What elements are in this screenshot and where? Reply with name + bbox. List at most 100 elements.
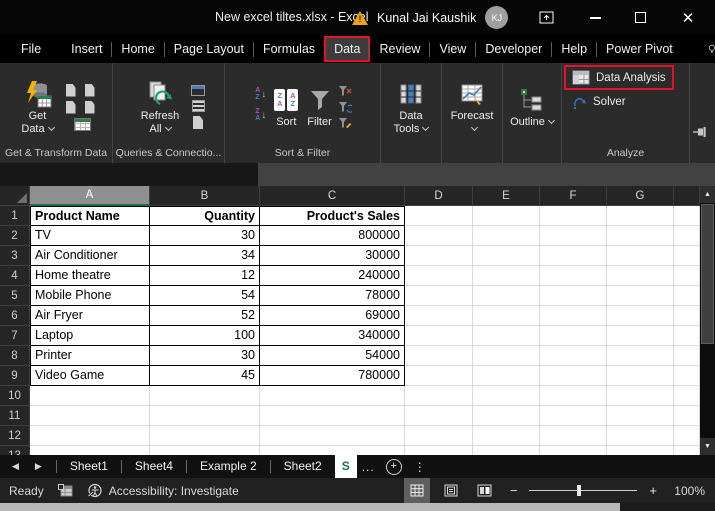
cell-F8[interactable] (540, 346, 607, 366)
properties-icon[interactable] (192, 100, 205, 112)
minimize-button[interactable] (583, 0, 607, 35)
cell-G3[interactable] (607, 246, 674, 266)
cell-D2[interactable] (405, 226, 473, 246)
cell-E8[interactable] (473, 346, 540, 366)
cell-D4[interactable] (405, 266, 473, 286)
column-header-G[interactable]: G (607, 186, 674, 206)
cell-A3[interactable]: Air Conditioner (30, 246, 150, 266)
cell-G13[interactable] (607, 446, 674, 455)
get-data-button[interactable]: Get Data (13, 75, 63, 136)
refresh-all-button[interactable]: Refresh All (132, 75, 188, 136)
cell-F7[interactable] (540, 326, 607, 346)
row-header-11[interactable]: 11 (0, 406, 30, 426)
cell-G8[interactable] (607, 346, 674, 366)
maximize-button[interactable] (628, 0, 652, 35)
cell-G7[interactable] (607, 326, 674, 346)
row-header-4[interactable]: 4 (0, 266, 30, 286)
cell-G6[interactable] (607, 306, 674, 326)
tell-me-box[interactable]: Tell me (708, 35, 715, 63)
cell-G2[interactable] (607, 226, 674, 246)
cell-G12[interactable] (607, 426, 674, 446)
vertical-scrollbar[interactable]: ▲ ▼ (700, 186, 715, 455)
cell-E6[interactable] (473, 306, 540, 326)
cell-B11[interactable] (150, 406, 260, 426)
cell-E2[interactable] (473, 226, 540, 246)
normal-view-button[interactable] (404, 478, 430, 503)
add-sheet-button[interactable]: + (386, 459, 402, 475)
edit-links-icon[interactable] (193, 116, 203, 129)
page-layout-view-button[interactable] (438, 478, 464, 503)
ribbon-tab-power-pivot[interactable]: Power Pivot (597, 37, 682, 61)
ribbon-tab-home[interactable]: Home (112, 37, 163, 61)
cell-C6[interactable]: 69000 (260, 306, 405, 326)
cell-G4[interactable] (607, 266, 674, 286)
column-header-D[interactable]: D (405, 186, 473, 206)
cell-H12[interactable] (674, 426, 700, 446)
page-break-preview-button[interactable] (472, 478, 498, 503)
cell-H11[interactable] (674, 406, 700, 426)
cell-F1[interactable] (540, 206, 607, 226)
ribbon-tab-review[interactable]: Review (370, 37, 429, 61)
cell-A9[interactable]: Video Game (30, 366, 150, 386)
cell-H13[interactable] (674, 446, 700, 455)
sheet-tab-sheet1[interactable]: Sheet1 (57, 455, 121, 478)
cell-G11[interactable] (607, 406, 674, 426)
from-web-icon[interactable] (66, 101, 76, 114)
cell-C11[interactable] (260, 406, 405, 426)
cell-B10[interactable] (150, 386, 260, 406)
cell-E3[interactable] (473, 246, 540, 266)
cell-B9[interactable]: 45 (150, 366, 260, 386)
cell-H1[interactable] (674, 206, 700, 226)
cell-H5[interactable] (674, 286, 700, 306)
cell-F11[interactable] (540, 406, 607, 426)
cell-A11[interactable] (30, 406, 150, 426)
cell-C9[interactable]: 780000 (260, 366, 405, 386)
cell-H9[interactable] (674, 366, 700, 386)
cell-D7[interactable] (405, 326, 473, 346)
cell-F5[interactable] (540, 286, 607, 306)
cell-H8[interactable] (674, 346, 700, 366)
row-header-9[interactable]: 9 (0, 366, 30, 386)
cell-B8[interactable]: 30 (150, 346, 260, 366)
scroll-down-button[interactable]: ▼ (700, 438, 715, 455)
cell-D3[interactable] (405, 246, 473, 266)
ribbon-tab-formulas[interactable]: Formulas (254, 37, 324, 61)
cell-A2[interactable]: TV (30, 226, 150, 246)
cell-F4[interactable] (540, 266, 607, 286)
cell-A8[interactable]: Printer (30, 346, 150, 366)
sheet-tab-sheet4[interactable]: Sheet4 (122, 455, 186, 478)
sort-descending-button[interactable]: ZA↓ (255, 109, 266, 122)
row-header-6[interactable]: 6 (0, 306, 30, 326)
cell-H10[interactable] (674, 386, 700, 406)
column-header-B[interactable]: B (150, 186, 260, 206)
cell-B4[interactable]: 12 (150, 266, 260, 286)
reapply-filter-icon[interactable] (338, 101, 352, 113)
cell-D5[interactable] (405, 286, 473, 306)
cell-C4[interactable]: 240000 (260, 266, 405, 286)
cell-F6[interactable] (540, 306, 607, 326)
sheet-tab-active[interactable]: S (335, 455, 357, 478)
row-header-5[interactable]: 5 (0, 286, 30, 306)
column-header-partial[interactable] (674, 186, 700, 206)
column-header-F[interactable]: F (540, 186, 607, 206)
cell-A4[interactable]: Home theatre (30, 266, 150, 286)
cell-E11[interactable] (473, 406, 540, 426)
row-header-1[interactable]: 1 (0, 206, 30, 226)
cell-A12[interactable] (30, 426, 150, 446)
cell-E5[interactable] (473, 286, 540, 306)
cell-C5[interactable]: 78000 (260, 286, 405, 306)
cell-E13[interactable] (473, 446, 540, 455)
cell-F13[interactable] (540, 446, 607, 455)
cell-B1[interactable]: Quantity (150, 206, 260, 226)
column-header-C[interactable]: C (260, 186, 405, 206)
ribbon-tab-data[interactable]: Data (325, 37, 369, 61)
cell-D11[interactable] (405, 406, 473, 426)
cell-D8[interactable] (405, 346, 473, 366)
cell-B2[interactable]: 30 (150, 226, 260, 246)
sheet-options-button[interactable]: ⋮ (408, 460, 432, 474)
cell-H4[interactable] (674, 266, 700, 286)
cell-F9[interactable] (540, 366, 607, 386)
cell-A5[interactable]: Mobile Phone (30, 286, 150, 306)
zoom-in-button[interactable]: + (645, 483, 661, 498)
select-all-corner[interactable] (0, 186, 30, 206)
